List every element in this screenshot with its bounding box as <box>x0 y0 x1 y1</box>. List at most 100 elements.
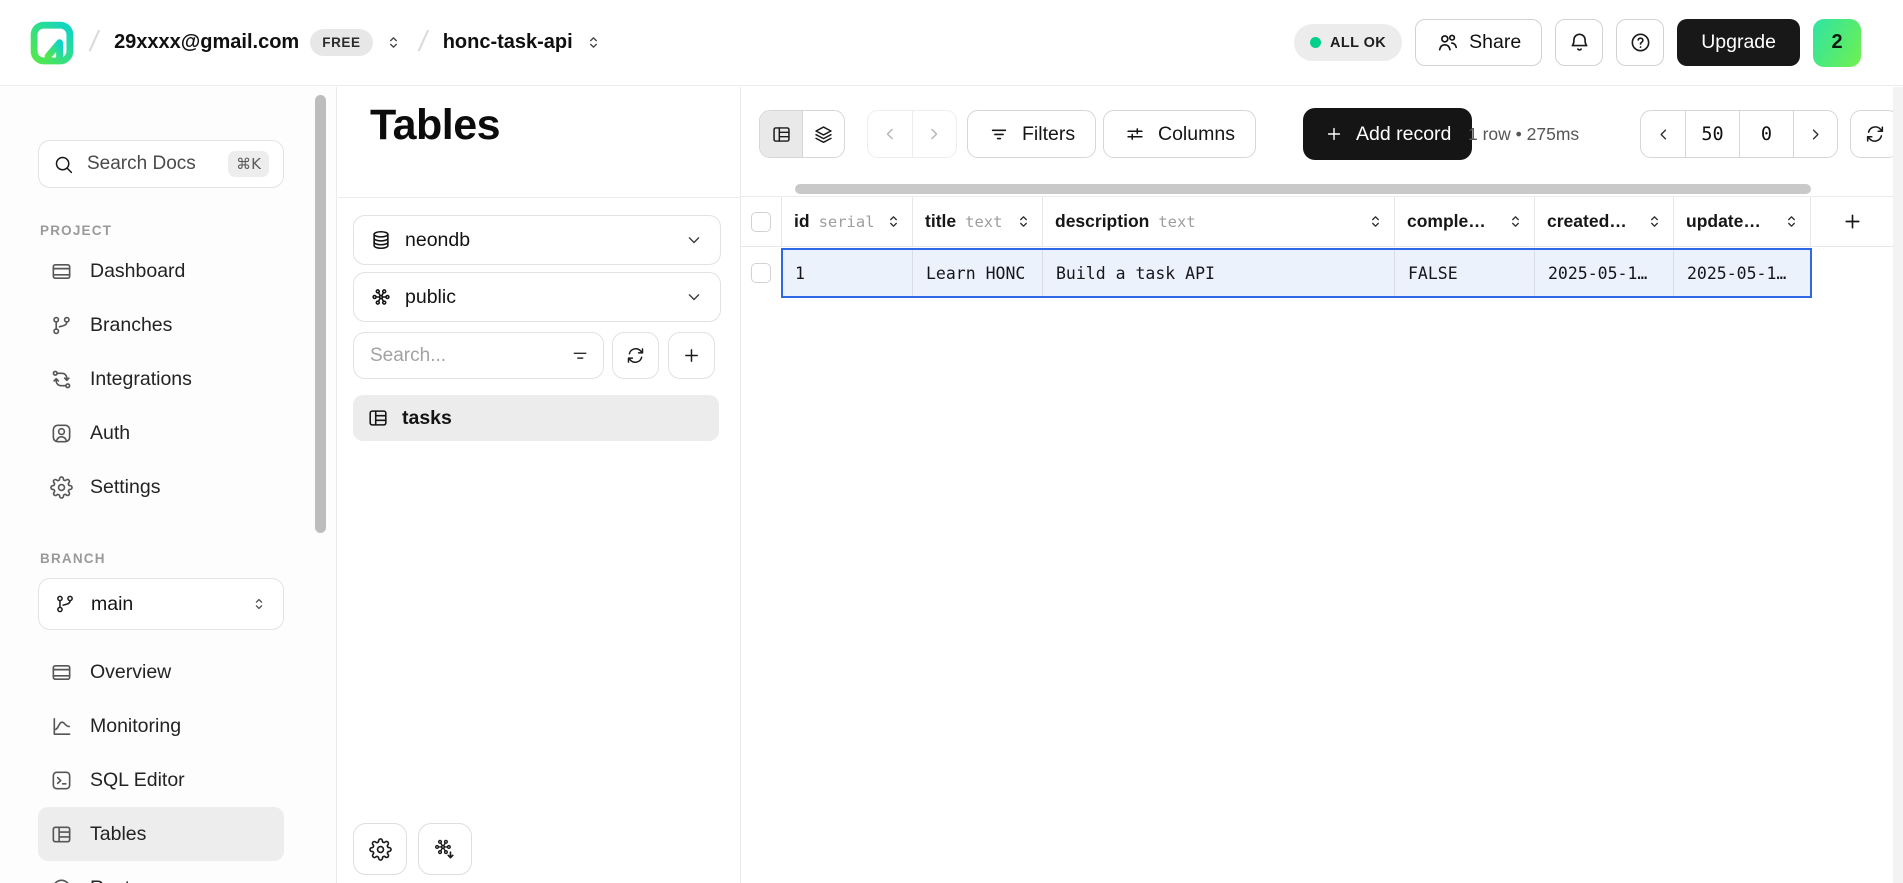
sidebar-item-label: SQL Editor <box>90 769 185 792</box>
page-size-value[interactable]: 50 <box>1685 111 1739 157</box>
back-button[interactable] <box>868 111 912 157</box>
schema-icon <box>370 286 392 308</box>
page-next-button[interactable] <box>1793 111 1837 157</box>
sidebar-item-branches[interactable]: Branches <box>38 298 284 352</box>
status-dot-icon <box>1310 37 1321 48</box>
sidebar-item-dashboard[interactable]: Dashboard <box>38 244 284 298</box>
select-all-checkbox[interactable] <box>751 212 771 232</box>
terminal-icon <box>50 769 73 792</box>
filters-label: Filters <box>1022 123 1075 146</box>
avatar[interactable]: 2 <box>1813 19 1861 67</box>
sidebar-item-settings[interactable]: Settings <box>38 460 284 514</box>
sidebar-item-monitoring[interactable]: Monitoring <box>38 699 284 753</box>
sort-icon[interactable] <box>1014 212 1033 231</box>
row-checkbox[interactable] <box>751 263 771 283</box>
neon-logo[interactable] <box>30 21 74 65</box>
column-type: text <box>1158 213 1195 231</box>
search-icon <box>53 154 74 175</box>
layers-icon <box>813 124 834 145</box>
filter-icon <box>988 123 1010 145</box>
column-name: title <box>925 211 956 232</box>
clock-restore-icon <box>50 877 73 883</box>
gear-icon <box>369 838 392 861</box>
sidebar-scrollbar[interactable] <box>315 95 326 533</box>
people-icon <box>1436 31 1459 54</box>
database-selector[interactable]: neondb <box>353 215 721 265</box>
integrations-icon <box>50 368 73 391</box>
column-header-created[interactable]: created… <box>1534 197 1673 246</box>
account-email: 29xxxx@gmail.com <box>114 31 299 54</box>
layers-view-button[interactable] <box>802 111 844 157</box>
data-table-header: id serial title text description text co… <box>741 196 1894 247</box>
gear-icon <box>50 476 73 499</box>
page-offset-value[interactable]: 0 <box>1739 111 1793 157</box>
add-record-button[interactable]: Add record <box>1303 108 1472 160</box>
chevron-updown-icon <box>584 33 603 52</box>
filters-button[interactable]: Filters <box>967 110 1096 158</box>
vertical-scrollbar-track[interactable] <box>1893 87 1903 883</box>
refresh-data-button[interactable] <box>1850 110 1899 158</box>
column-header-description[interactable]: description text <box>1042 197 1394 246</box>
notifications-button[interactable] <box>1555 19 1603 66</box>
grid-view-button[interactable] <box>760 111 802 157</box>
sidebar-item-integrations[interactable]: Integrations <box>38 352 284 406</box>
plus-icon <box>1841 210 1864 233</box>
sidebar-item-auth[interactable]: Auth <box>38 406 284 460</box>
account-selector[interactable]: 29xxxx@gmail.com FREE <box>114 29 403 56</box>
sort-icon[interactable] <box>1782 212 1801 231</box>
project-selector[interactable]: honc-task-api <box>443 31 603 54</box>
view-mode-toggle <box>759 110 845 158</box>
cell-created[interactable]: 2025-05-1… <box>1534 248 1673 298</box>
page-prev-button[interactable] <box>1641 111 1685 157</box>
cell-updated[interactable]: 2025-05-1… <box>1673 248 1810 298</box>
cell-completed[interactable]: FALSE <box>1394 248 1534 298</box>
upgrade-button[interactable]: Upgrade <box>1677 19 1800 66</box>
column-header-completed[interactable]: comple… <box>1394 197 1534 246</box>
top-bar: / 29xxxx@gmail.com FREE / honc-task-api … <box>0 0 1903 86</box>
status-badge[interactable]: ALL OK <box>1294 24 1402 61</box>
column-header-title[interactable]: title text <box>912 197 1042 246</box>
help-button[interactable] <box>1616 19 1664 66</box>
sidebar-item-label: Tables <box>90 823 146 846</box>
add-column-button[interactable] <box>1810 197 1894 246</box>
table-search-input[interactable] <box>353 332 604 379</box>
schema-selector[interactable]: public <box>353 272 721 322</box>
table-row[interactable]: 1 Learn HONC Build a task API FALSE 2025… <box>741 248 1894 298</box>
row-select-cell <box>741 248 781 298</box>
sidebar-item-sql-editor[interactable]: SQL Editor <box>38 753 284 807</box>
sort-icon[interactable] <box>1506 212 1525 231</box>
breadcrumb-separator: / <box>87 26 101 59</box>
table-settings-button[interactable] <box>353 823 407 875</box>
table-grid-icon <box>771 124 792 145</box>
sort-icon[interactable] <box>1645 212 1664 231</box>
project-nav: Dashboard Branches Integrations Auth Set… <box>38 244 284 514</box>
sidebar-item-tables[interactable]: Tables <box>38 807 284 861</box>
branch-section-label: BRANCH <box>40 551 106 566</box>
breadcrumb-separator: / <box>416 26 430 59</box>
share-button[interactable]: Share <box>1415 19 1542 66</box>
export-schema-button[interactable] <box>418 823 472 875</box>
auth-user-icon <box>50 422 73 445</box>
avatar-text: 2 <box>1831 31 1842 54</box>
columns-button[interactable]: Columns <box>1103 110 1256 158</box>
cell-title[interactable]: Learn HONC <box>912 248 1042 298</box>
refresh-tables-button[interactable] <box>612 332 659 379</box>
search-docs-input[interactable]: Search Docs ⌘K <box>38 140 284 188</box>
add-table-button[interactable] <box>668 332 715 379</box>
horizontal-scrollbar[interactable] <box>795 184 1811 194</box>
table-list-item-tasks[interactable]: tasks <box>353 395 719 441</box>
sidebar-item-overview[interactable]: Overview <box>38 645 284 699</box>
sidebar-item-restore[interactable]: Restore <box>38 861 284 883</box>
column-header-id[interactable]: id serial <box>781 197 912 246</box>
cell-id[interactable]: 1 <box>781 248 912 298</box>
chart-icon <box>50 715 73 738</box>
column-header-updated[interactable]: update… <box>1673 197 1810 246</box>
page-title: Tables <box>370 101 500 150</box>
cell-description[interactable]: Build a task API <box>1042 248 1394 298</box>
column-name: update… <box>1686 211 1761 232</box>
sort-icon[interactable] <box>884 212 903 231</box>
forward-button[interactable] <box>912 111 956 157</box>
branch-selector[interactable]: main <box>38 578 284 630</box>
sort-icon[interactable] <box>1366 212 1385 231</box>
branch-selector-value: main <box>91 593 133 616</box>
